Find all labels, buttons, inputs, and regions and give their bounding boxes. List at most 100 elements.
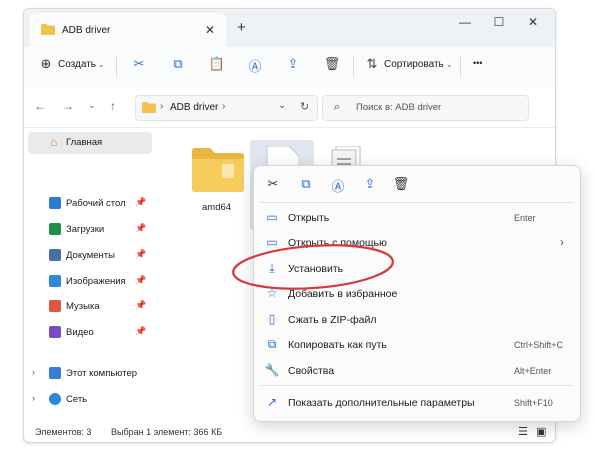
- folder-icon: [192, 148, 244, 192]
- zip-icon: ▯: [268, 312, 276, 326]
- status-bar: Элементов: 3 Выбран 1 элемент: 366 КБ ☰ …: [24, 424, 555, 442]
- sidebar-item-downloads[interactable]: Загрузки 📌: [24, 219, 155, 241]
- address-dropdown-icon[interactable]: ⌄: [278, 100, 286, 111]
- sidebar-item-home[interactable]: ⌂ Главная: [28, 132, 152, 154]
- address-bar-row: ← → ⌄ ↑ › ADB driver › ⌄ ↻ ⌕ Поиск в: AD…: [24, 87, 555, 128]
- close-window-button[interactable]: ✕: [516, 15, 550, 33]
- desktop-icon: [49, 197, 61, 209]
- recent-chevron-icon[interactable]: ⌄: [88, 100, 96, 111]
- delete-icon[interactable]: 🗑: [392, 176, 410, 194]
- sidebar-item-pictures[interactable]: Изображения 📌: [24, 271, 155, 293]
- items-count: Элементов: 3: [35, 427, 92, 437]
- menu-item-label: Открыть с помощью: [288, 237, 387, 249]
- details-view-icon[interactable]: ☰: [518, 425, 528, 438]
- delete-icon[interactable]: 🗑: [322, 56, 342, 76]
- chevron-down-icon: ⌄: [446, 60, 453, 69]
- copy-icon[interactable]: ⧉: [297, 176, 315, 194]
- menu-item-shortcut: Ctrl+Shift+C: [514, 340, 564, 350]
- pictures-icon: [49, 275, 61, 287]
- sidebar-item-documents[interactable]: Документы 📌: [24, 245, 155, 267]
- tab-adb-driver[interactable]: ADB driver ✕: [30, 13, 226, 47]
- menu-item-shortcut: Alt+Enter: [514, 366, 552, 376]
- sidebar-item-label: Музыка: [66, 301, 100, 312]
- chevron-right-icon[interactable]: ›: [222, 101, 225, 112]
- sidebar-item-network[interactable]: › Сеть: [24, 389, 155, 411]
- forward-arrow-icon[interactable]: →: [62, 99, 74, 113]
- menu-item-label: Показать дополнительные параметры: [288, 397, 475, 409]
- menu-item-zip[interactable]: ▯ Сжать в ZIP-файл: [254, 308, 580, 332]
- back-arrow-icon[interactable]: ←: [34, 99, 46, 113]
- menu-item-open-with[interactable]: ▭ Открыть с помощью ›: [254, 231, 580, 255]
- new-tab-button[interactable]: +: [237, 19, 246, 36]
- videos-icon: [49, 326, 61, 338]
- more-options-button[interactable]: •••: [473, 58, 482, 68]
- toolbar-divider: [353, 57, 354, 77]
- menu-item-copy-path[interactable]: ⧉ Копировать как путь Ctrl+Shift+C: [254, 333, 580, 357]
- refresh-icon[interactable]: ↻: [300, 100, 309, 113]
- sidebar-item-label: Загрузки: [66, 224, 105, 235]
- open-with-icon: ▭: [266, 235, 278, 249]
- minimize-button[interactable]: —: [448, 15, 482, 33]
- home-icon: ⌂: [50, 135, 58, 149]
- add-icon: ⊕: [40, 56, 52, 71]
- menu-item-label: Свойства: [288, 365, 335, 377]
- install-icon: ⤓: [269, 261, 275, 275]
- sidebar-item-label: Видео: [66, 327, 94, 338]
- sort-button[interactable]: Сортировать: [384, 59, 444, 70]
- menu-divider: [260, 202, 574, 203]
- sidebar-item-music[interactable]: Музыка 📌: [24, 296, 155, 318]
- properties-icon: 🔧: [264, 363, 280, 377]
- expand-chevron-icon[interactable]: ›: [32, 393, 35, 403]
- address-bar[interactable]: › ADB driver › ⌄ ↻: [135, 95, 318, 121]
- file-item-folder[interactable]: amd64: [190, 140, 246, 218]
- sidebar-item-label: Изображения: [66, 276, 126, 287]
- create-button[interactable]: Создать: [58, 59, 96, 70]
- paste-icon[interactable]: 📋: [207, 56, 227, 76]
- menu-item-more-options[interactable]: ↗ Показать дополнительные параметры Shift+…: [254, 391, 580, 415]
- menu-item-open[interactable]: ▭ Открыть Enter: [254, 206, 580, 230]
- chevron-right-icon: ›: [160, 101, 164, 112]
- tiles-view-icon[interactable]: ▣: [536, 425, 546, 438]
- share-icon[interactable]: ⇪: [283, 56, 303, 76]
- sidebar-item-label: Главная: [66, 137, 103, 148]
- star-icon: ☆: [266, 286, 278, 300]
- up-arrow-icon[interactable]: ↑: [110, 99, 116, 113]
- documents-icon: [49, 249, 61, 261]
- cut-icon[interactable]: ✂: [264, 176, 282, 194]
- pin-icon: 📌: [135, 326, 147, 336]
- sidebar-item-label: Рабочий стол: [66, 198, 126, 209]
- share-icon[interactable]: ⇪: [361, 176, 379, 194]
- menu-item-install[interactable]: ⤓ Установить: [254, 257, 580, 281]
- sidebar-item-videos[interactable]: Видео 📌: [24, 322, 155, 344]
- search-icon: ⌕: [334, 101, 341, 113]
- toolbar-divider: [116, 57, 117, 77]
- rename-icon[interactable]: Ⓐ: [245, 56, 265, 76]
- breadcrumb[interactable]: ADB driver: [170, 102, 218, 113]
- menu-item-properties[interactable]: 🔧 Свойства Alt+Enter: [254, 359, 580, 383]
- folder-icon: [142, 101, 156, 116]
- network-icon: [49, 393, 61, 405]
- music-icon: [49, 300, 61, 312]
- cut-icon[interactable]: ✂: [129, 56, 149, 76]
- copy-icon[interactable]: ⧉: [168, 56, 188, 76]
- sidebar-item-this-pc[interactable]: › Этот компьютер: [24, 363, 155, 385]
- computer-icon: [49, 367, 61, 379]
- menu-divider: [260, 385, 574, 386]
- rename-icon[interactable]: Ⓐ: [329, 176, 347, 194]
- maximize-button[interactable]: ☐: [482, 15, 516, 33]
- search-input[interactable]: Поиск в: ADB driver: [356, 102, 441, 113]
- sidebar-item-desktop[interactable]: Рабочий стол 📌: [24, 193, 155, 215]
- downloads-icon: [49, 223, 61, 235]
- sidebar-item-label: Сеть: [66, 394, 88, 405]
- pin-icon: 📌: [135, 275, 147, 285]
- expand-chevron-icon[interactable]: ›: [32, 367, 35, 377]
- pin-icon: 📌: [135, 223, 147, 233]
- chevron-down-icon: ⌄: [98, 60, 105, 69]
- tab-close-icon[interactable]: ✕: [205, 23, 215, 37]
- command-bar: ⊕ Создать ⌄ ✂ ⧉ 📋 Ⓐ ⇪ 🗑 ⇅ Сортировать ⌄ …: [24, 47, 555, 87]
- menu-item-star[interactable]: ☆ Добавить в избранное: [254, 282, 580, 306]
- tab-title: ADB driver: [62, 25, 111, 36]
- folder-icon: [41, 23, 55, 38]
- menu-item-label: Установить: [288, 263, 344, 275]
- search-box[interactable]: ⌕ Поиск в: ADB driver: [322, 95, 529, 121]
